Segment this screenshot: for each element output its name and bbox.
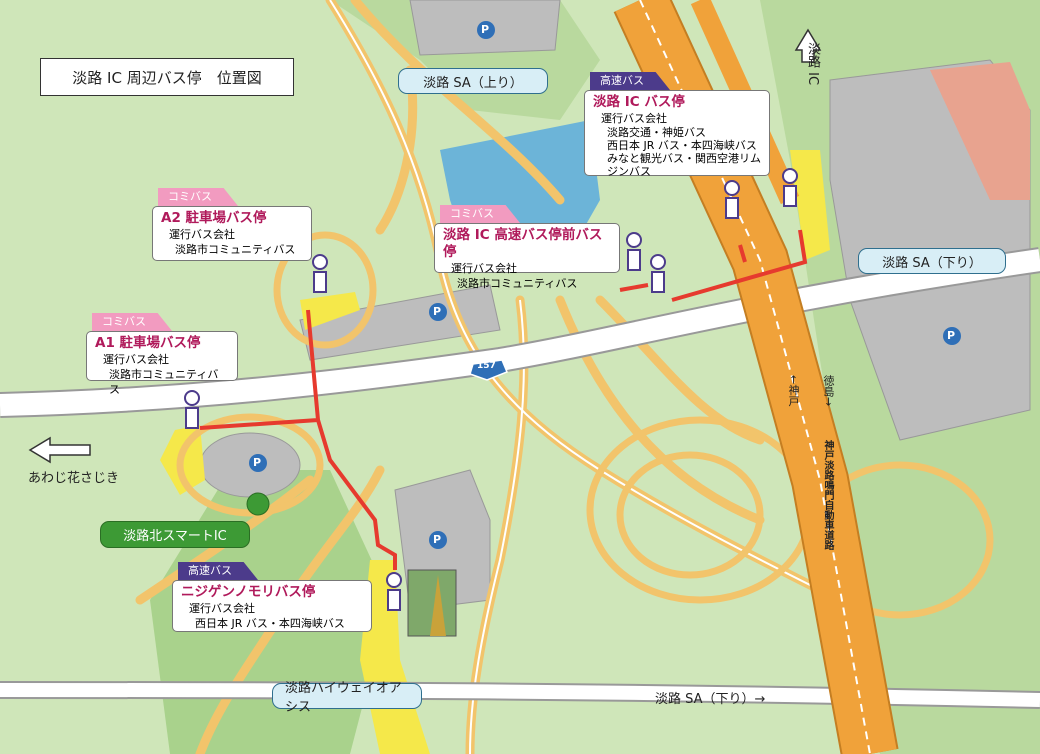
bus-stop-marker-a2 bbox=[312, 254, 328, 293]
card-nijigen: ニジゲンノモリバス停 運行バス会社 西日本 JR バス・本四海峡バス bbox=[172, 580, 372, 632]
label-awaji-hanasajiki: あわじ花さじき bbox=[28, 471, 120, 486]
parking-label: P bbox=[947, 329, 956, 342]
company-ic-4: ジンバス bbox=[607, 165, 651, 178]
label-kobe-direction: ←神戸 bbox=[787, 375, 800, 407]
card-a2: A2 駐車場バス停 運行バス会社 淡路市コミュニティバス bbox=[152, 206, 312, 261]
company-ic-1: 淡路交通・神姫バス bbox=[607, 126, 706, 139]
bus-stop-marker-ic-front-1 bbox=[626, 232, 642, 271]
label-tokushima-direction: 徳島→ bbox=[822, 375, 835, 407]
label-route-157: 157 bbox=[477, 361, 496, 371]
company-ic-front: 淡路市コミュニティバス bbox=[457, 277, 578, 290]
label-awaji-sa-up: 淡路 SA（上り） bbox=[398, 68, 548, 94]
operator-label: 運行バス会社 bbox=[169, 228, 235, 241]
stop-name-ic-front: 淡路 IC 高速バス停前バス停 bbox=[443, 227, 603, 260]
company-a2: 淡路市コミュニティバス bbox=[175, 243, 296, 256]
company-ic-3: みなと観光バス・関西空港リム bbox=[607, 152, 761, 165]
company-ic-2: 西日本 JR バス・本四海峡バス bbox=[607, 139, 757, 152]
parking-label: P bbox=[433, 305, 442, 318]
label-awaji-sa-down: 淡路 SA（下り） bbox=[858, 248, 1006, 274]
label-highway-oasis: 淡路ハイウェイオアシス bbox=[272, 681, 422, 715]
stop-name-a1: A1 駐車場バス停 bbox=[95, 335, 201, 351]
stop-name-ic: 淡路 IC バス停 bbox=[593, 94, 685, 110]
label-awaji-ic: 淡路 IC bbox=[805, 42, 820, 86]
stop-name-a2: A2 駐車場バス停 bbox=[161, 210, 267, 226]
bus-stop-marker-ic-1 bbox=[724, 180, 740, 219]
operator-label: 運行バス会社 bbox=[601, 112, 667, 125]
company-nijigen: 西日本 JR バス・本四海峡バス bbox=[195, 617, 345, 630]
parking-label: P bbox=[253, 456, 262, 469]
operator-label: 運行バス会社 bbox=[103, 353, 169, 366]
label-expressway: 神戸淡路鳴門自動車道路 bbox=[822, 440, 833, 550]
parking-label: P bbox=[481, 23, 490, 36]
bus-stop-marker-ic-2 bbox=[782, 168, 798, 207]
stop-name-nijigen: ニジゲンノモリバス停 bbox=[181, 584, 316, 600]
card-ic-front: 淡路 IC 高速バス停前バス停 運行バス会社 淡路市コミュニティバス bbox=[434, 223, 620, 290]
card-ic: 淡路 IC バス停 運行バス会社 淡路交通・神姫バス 西日本 JR バス・本四海… bbox=[584, 90, 770, 178]
smart-ic-marker bbox=[246, 492, 270, 516]
company-a1: 淡路市コミュニティバス bbox=[109, 368, 219, 396]
operator-label: 運行バス会社 bbox=[189, 602, 255, 615]
bus-stop-marker-nijigen bbox=[386, 572, 402, 611]
card-a1: A1 駐車場バス停 運行バス会社 淡路市コミュニティバス bbox=[86, 331, 238, 396]
label-sa-down-road: 淡路 SA（下り）→ bbox=[655, 692, 766, 707]
label-smart-ic: 淡路北スマートIC bbox=[100, 521, 250, 548]
parking-label: P bbox=[433, 533, 442, 546]
bus-stop-marker-ic-front-2 bbox=[650, 254, 666, 293]
map-title: 淡路 IC 周辺バス停 位置図 bbox=[40, 58, 294, 96]
operator-label: 運行バス会社 bbox=[451, 262, 517, 275]
